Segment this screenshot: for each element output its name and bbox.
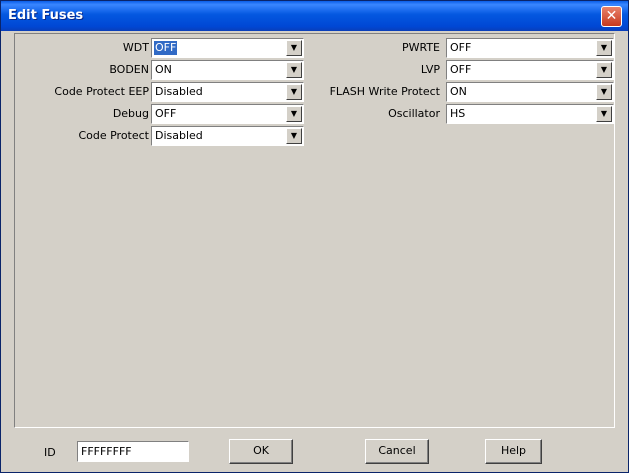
fuse-select-pwrte[interactable]: OFF ▼ [446,38,614,58]
fuse-select-oscillator[interactable]: HS ▼ [446,104,614,124]
dialog-title: Edit Fuses [8,8,84,23]
fuse-select-code-protect-eep[interactable]: Disabled ▼ [151,82,304,102]
fuse-value-code-protect: Disabled [155,129,203,142]
fuse-value-debug: OFF [155,107,177,120]
fuse-row-oscillator: Oscillator HS ▼ [315,104,615,124]
fuse-label-wdt: WDT [122,41,149,54]
cancel-button[interactable]: Cancel [365,439,429,464]
chevron-down-icon[interactable]: ▼ [286,40,302,56]
chevron-down-icon[interactable]: ▼ [286,128,302,144]
fuse-select-debug[interactable]: OFF ▼ [151,104,304,124]
fuse-label-oscillator: Oscillator [388,107,440,120]
fuse-value-code-protect-eep: Disabled [155,85,203,98]
chevron-down-icon[interactable]: ▼ [286,84,302,100]
fuse-value-boden: ON [155,63,172,76]
fuse-label-lvp: LVP [420,63,440,76]
fuse-value-flash-write-protect: ON [450,85,467,98]
fuse-row-lvp: LVP OFF ▼ [315,60,615,80]
fuse-value-wdt: OFF [154,41,178,55]
fuse-value-lvp: OFF [450,63,472,76]
fuse-row-boden: BODEN ON ▼ [15,60,305,80]
chevron-down-icon[interactable]: ▼ [596,106,612,122]
fuse-row-wdt: WDT OFF ▼ [15,38,305,58]
fuse-select-boden[interactable]: ON ▼ [151,60,304,80]
chevron-down-icon[interactable]: ▼ [286,106,302,122]
edit-fuses-dialog: Edit Fuses ✕ WDT OFF ▼ BODEN ON ▼ Code P… [0,0,629,473]
ok-button[interactable]: OK [229,439,293,464]
fuse-select-flash-write-protect[interactable]: ON ▼ [446,82,614,102]
chevron-down-icon[interactable]: ▼ [286,62,302,78]
chevron-down-icon[interactable]: ▼ [596,40,612,56]
fuse-row-code-protect: Code Protect Disabled ▼ [15,126,305,146]
fuse-row-debug: Debug OFF ▼ [15,104,305,124]
fuse-label-code-protect-eep: Code Protect EEP [54,85,149,98]
fuse-label-boden: BODEN [109,63,149,76]
title-bar[interactable]: Edit Fuses ✕ [1,1,628,31]
fuse-row-pwrte: PWRTE OFF ▼ [315,38,615,58]
fuse-value-oscillator: HS [450,107,466,120]
fuse-row-code-protect-eep: Code Protect EEP Disabled ▼ [15,82,305,102]
id-label: ID [44,446,56,459]
close-button[interactable]: ✕ [601,6,622,27]
fuse-select-lvp[interactable]: OFF ▼ [446,60,614,80]
fuse-value-pwrte: OFF [450,41,472,54]
fuse-label-debug: Debug [112,107,149,120]
dialog-client-area: WDT OFF ▼ BODEN ON ▼ Code Protect EEP Di… [4,31,625,469]
id-input[interactable]: FFFFFFFF [77,441,189,462]
fuse-label-code-protect: Code Protect [78,129,149,142]
chevron-down-icon[interactable]: ▼ [596,62,612,78]
close-icon: ✕ [605,8,618,24]
fuse-label-flash-write-protect: FLASH Write Protect [329,85,440,98]
fuses-panel: WDT OFF ▼ BODEN ON ▼ Code Protect EEP Di… [14,33,615,428]
chevron-down-icon[interactable]: ▼ [596,84,612,100]
fuse-row-flash-write-protect: FLASH Write Protect ON ▼ [315,82,615,102]
help-button[interactable]: Help [485,439,542,464]
fuse-select-code-protect[interactable]: Disabled ▼ [151,126,304,146]
fuse-select-wdt[interactable]: OFF ▼ [151,38,304,58]
fuse-label-pwrte: PWRTE [401,41,440,54]
